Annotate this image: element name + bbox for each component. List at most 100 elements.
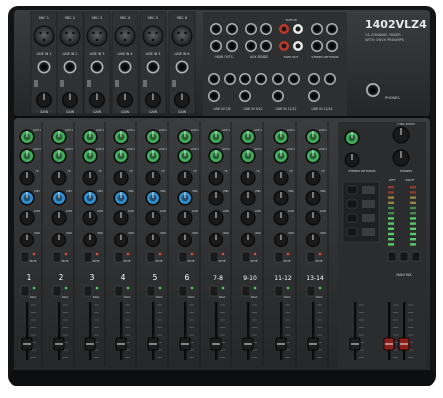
main-out-jack[interactable] <box>210 23 222 35</box>
insert-switch[interactable] <box>34 80 38 87</box>
xlr-input[interactable] <box>114 25 136 47</box>
stereo-return-knob[interactable] <box>344 152 360 168</box>
stereo-line-jack[interactable] <box>272 90 284 102</box>
xlr-input[interactable] <box>171 25 193 47</box>
stereo-line-jack[interactable] <box>208 73 220 85</box>
mute-button[interactable] <box>306 251 316 263</box>
insert-switch[interactable] <box>87 80 91 87</box>
mute-button[interactable] <box>241 251 251 263</box>
channel-fader[interactable] <box>242 337 254 351</box>
channel-fader[interactable] <box>21 337 33 351</box>
pan-knob[interactable] <box>145 232 161 248</box>
eq-hi-knob[interactable] <box>82 170 98 186</box>
eq-mid-knob[interactable] <box>145 190 161 206</box>
gain-knob[interactable] <box>144 91 162 109</box>
eq-hi-knob[interactable] <box>145 170 161 186</box>
aux-send-jack[interactable] <box>260 40 272 52</box>
pan-knob[interactable] <box>113 232 129 248</box>
gain-knob[interactable] <box>116 91 134 109</box>
insert-switch[interactable] <box>115 80 119 87</box>
line-jack[interactable] <box>63 60 77 74</box>
solo-button[interactable] <box>146 285 156 297</box>
stereo-return-jack[interactable] <box>311 23 323 35</box>
eq-mid-knob[interactable] <box>51 190 67 206</box>
eq-hi-knob[interactable] <box>51 170 67 186</box>
eq-hi-knob[interactable] <box>305 170 321 186</box>
stereo-line-jack[interactable] <box>308 73 320 85</box>
mute-button[interactable] <box>146 251 156 263</box>
solo-button[interactable] <box>178 285 188 297</box>
mute-button[interactable] <box>20 251 30 263</box>
eq-mid-knob[interactable] <box>19 190 35 206</box>
stereo-line-jack[interactable] <box>308 90 320 102</box>
solo-button[interactable] <box>306 285 316 297</box>
solo-button[interactable] <box>114 285 124 297</box>
gain-knob[interactable] <box>35 91 53 109</box>
mute-button[interactable] <box>274 251 284 263</box>
eq-mid-knob[interactable] <box>177 190 193 206</box>
insert-switch[interactable] <box>60 80 64 87</box>
stereo-line-jack[interactable] <box>208 90 220 102</box>
eq-low-knob[interactable] <box>82 210 98 226</box>
line-jack[interactable] <box>146 60 160 74</box>
eq-low-knob[interactable] <box>240 210 256 226</box>
mute-button[interactable] <box>83 251 93 263</box>
rca-jack[interactable] <box>279 24 289 34</box>
mute-button[interactable] <box>178 251 188 263</box>
xlr-input[interactable] <box>86 25 108 47</box>
gain-knob[interactable] <box>173 91 191 109</box>
stereo-line-jack[interactable] <box>239 90 251 102</box>
eq-low-knob[interactable] <box>273 210 289 226</box>
solo-button[interactable] <box>209 285 219 297</box>
main-mix-fader-left[interactable] <box>383 337 395 351</box>
stereo-return-jack[interactable] <box>311 40 323 52</box>
main-mix-fader-right[interactable] <box>398 337 410 351</box>
eq-hi-knob[interactable] <box>177 170 193 186</box>
mute-button[interactable] <box>52 251 62 263</box>
gain-knob[interactable] <box>61 91 79 109</box>
stereo-line-jack[interactable] <box>324 73 336 85</box>
pan-knob[interactable] <box>273 232 289 248</box>
stereo-line-jack[interactable] <box>224 73 236 85</box>
eq-mid-knob[interactable] <box>208 190 224 206</box>
pan-knob[interactable] <box>305 232 321 248</box>
gain-knob[interactable] <box>88 91 106 109</box>
aux-return-fader[interactable] <box>349 337 361 351</box>
phones-knob[interactable] <box>392 149 410 167</box>
eq-mid-knob[interactable] <box>113 190 129 206</box>
main-out-jack[interactable] <box>226 23 238 35</box>
channel-fader[interactable] <box>147 337 159 351</box>
mute-button[interactable] <box>209 251 219 263</box>
channel-fader[interactable] <box>179 337 191 351</box>
line-jack[interactable] <box>118 60 132 74</box>
eq-hi-knob[interactable] <box>208 170 224 186</box>
eq-mid-knob[interactable] <box>305 190 321 206</box>
eq-low-knob[interactable] <box>113 210 129 226</box>
eq-hi-knob[interactable] <box>273 170 289 186</box>
xlr-input[interactable] <box>59 25 81 47</box>
eq-hi-knob[interactable] <box>240 170 256 186</box>
stereo-line-jack[interactable] <box>255 73 267 85</box>
stereo-line-jack[interactable] <box>272 73 284 85</box>
insert-switch[interactable] <box>172 80 176 87</box>
aux-send-jack[interactable] <box>260 23 272 35</box>
insert-switch[interactable] <box>143 80 147 87</box>
aux-send-jack[interactable] <box>245 23 257 35</box>
solo-button[interactable] <box>241 285 251 297</box>
solo-button[interactable] <box>20 285 30 297</box>
source-switches[interactable] <box>342 181 380 243</box>
stereo-return-jack[interactable] <box>326 40 338 52</box>
pan-knob[interactable] <box>51 232 67 248</box>
channel-fader[interactable] <box>115 337 127 351</box>
rca-jack[interactable] <box>293 41 303 51</box>
eq-hi-knob[interactable] <box>113 170 129 186</box>
eq-low-knob[interactable] <box>177 210 193 226</box>
stereo-line-jack[interactable] <box>288 73 300 85</box>
eq-low-knob[interactable] <box>208 210 224 226</box>
main-out-jack[interactable] <box>210 40 222 52</box>
main-out-jack[interactable] <box>226 40 238 52</box>
channel-fader[interactable] <box>275 337 287 351</box>
rca-jack[interactable] <box>293 24 303 34</box>
rca-jack[interactable] <box>279 41 289 51</box>
channel-fader[interactable] <box>307 337 319 351</box>
